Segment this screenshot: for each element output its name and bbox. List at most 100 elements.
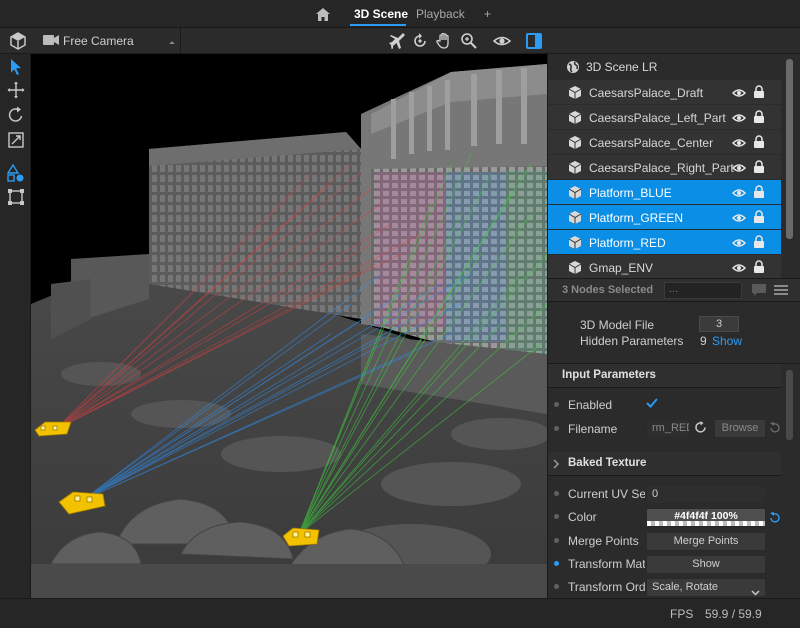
tree-node[interactable]: Platform_BLUE (548, 180, 781, 205)
visibility-eye-icon[interactable] (731, 237, 747, 251)
lock-icon[interactable] (753, 160, 765, 177)
fps-label: FPS (670, 607, 694, 621)
transform-matrix-show-button[interactable]: Show (646, 555, 766, 574)
zoom-icon[interactable] (460, 32, 478, 50)
bounding-box-icon[interactable] (7, 188, 25, 206)
tree-node-label: CaesarsPalace_Left_Part (589, 111, 726, 125)
tree-node-label: CaesarsPalace_Right_Part (589, 161, 734, 175)
visibility-eye-icon[interactable] (731, 162, 747, 176)
lock-icon[interactable] (753, 135, 765, 152)
lock-icon[interactable] (753, 110, 765, 127)
reset-icon[interactable] (769, 422, 781, 437)
chevron-down-icon[interactable] (169, 41, 175, 47)
tree-node[interactable]: Platform_RED (548, 230, 781, 255)
prop-uv-set: Current UV Set 0 (548, 483, 781, 506)
param-dot (554, 402, 559, 407)
visibility-eye-icon[interactable] (731, 212, 747, 226)
cube-icon (568, 110, 582, 128)
tree-node[interactable]: CaesarsPalace_Right_Part (548, 155, 781, 180)
top-tab-bar: 3D Scene Playback + (0, 0, 800, 28)
tab-playback[interactable]: Playback (416, 7, 465, 21)
left-toolbar (0, 54, 31, 598)
panel-toggle-icon[interactable] (526, 33, 542, 49)
param-dot (554, 426, 559, 431)
visibility-eye-icon[interactable] (731, 112, 747, 126)
camera-icon[interactable] (43, 34, 59, 49)
cube-icon (568, 85, 582, 103)
cube-icon (568, 135, 582, 153)
lock-icon[interactable] (753, 210, 765, 227)
select-arrow-icon[interactable] (7, 58, 25, 76)
enabled-checkbox[interactable] (646, 397, 658, 412)
cube-icon[interactable] (10, 32, 26, 53)
eye-icon[interactable] (492, 32, 512, 50)
camera-mode-select[interactable]: Free Camera (63, 34, 134, 48)
move-icon[interactable] (7, 81, 25, 99)
filename-field[interactable]: rm_RED (646, 419, 690, 438)
uv-set-field[interactable]: 0 (646, 485, 766, 504)
pan-hand-icon[interactable] (435, 32, 453, 50)
show-hidden-params-link[interactable]: Show (712, 334, 742, 348)
input-parameters-header[interactable]: Input Parameters (548, 364, 781, 388)
tree-node[interactable]: CaesarsPalace_Draft (548, 80, 781, 105)
plane-icon[interactable] (388, 32, 406, 50)
uv-set-label: Current UV Set (568, 487, 645, 501)
selection-bar: 3 Nodes Selected ... (548, 278, 800, 302)
enabled-label: Enabled (568, 398, 613, 412)
prop-filename: Filename rm_RED Browse (548, 418, 781, 441)
scene-tree-root[interactable]: 3D Scene LR (548, 54, 800, 80)
baked-texture-header[interactable]: Baked Texture (548, 452, 781, 476)
browse-button[interactable]: Browse (714, 419, 766, 438)
rotate-icon[interactable] (7, 106, 25, 124)
nodes-selected-label: 3 Nodes Selected (562, 284, 654, 296)
lock-icon[interactable] (753, 185, 765, 202)
scale-icon[interactable] (7, 131, 25, 149)
color-swatch[interactable]: #4f4f4f 100% (646, 508, 766, 527)
menu-icon[interactable] (774, 284, 788, 296)
reset-color-icon[interactable] (769, 512, 781, 527)
comment-icon[interactable] (751, 283, 767, 297)
prop-transform-order: Transform Orde Scale, Rotate (548, 576, 781, 599)
properties-scrollbar-thumb[interactable] (786, 370, 793, 440)
lock-icon[interactable] (753, 235, 765, 252)
node-filter-input[interactable]: ... (664, 282, 742, 299)
cube-icon (568, 235, 582, 253)
add-tab-button[interactable]: + (484, 7, 491, 21)
tree-node[interactable]: Platform_GREEN (548, 205, 781, 230)
tree-node-label: Gmap_ENV (589, 261, 654, 275)
prop-color: Color #4f4f4f 100% (548, 506, 781, 529)
cube-icon (568, 260, 582, 278)
merge-points-button[interactable]: Merge Points (646, 532, 766, 551)
tree-node[interactable]: CaesarsPalace_Center (548, 130, 781, 155)
lock-icon[interactable] (753, 260, 765, 277)
chevron-right-icon[interactable] (552, 458, 560, 472)
section-title: Baked Texture (568, 457, 647, 469)
lock-icon[interactable] (753, 85, 765, 102)
tree-node[interactable]: CaesarsPalace_Left_Part (548, 105, 781, 130)
orbit-icon[interactable] (411, 32, 429, 50)
transform-order-select[interactable]: Scale, Rotate (646, 578, 766, 597)
hidden-params-count: 9 (700, 334, 707, 348)
tab-3d-scene[interactable]: 3D Scene (354, 7, 408, 21)
cube-icon (568, 160, 582, 178)
properties-scrollbar[interactable] (785, 366, 794, 596)
visibility-eye-icon[interactable] (731, 137, 747, 151)
right-panel: 3D Scene LR CaesarsPalace_Draft CaesarsPa… (547, 54, 800, 598)
tree-scrollbar-thumb[interactable] (786, 59, 793, 239)
tree-node-label: CaesarsPalace_Draft (589, 86, 704, 100)
toolbar-divider (180, 28, 181, 54)
tree-scrollbar[interactable] (785, 54, 794, 278)
scene-render[interactable] (31, 54, 547, 598)
tree-node-label: CaesarsPalace_Center (589, 136, 714, 150)
prop-merge-points: Merge Points Merge Points (548, 530, 781, 553)
home-icon[interactable] (314, 5, 332, 23)
shapes-icon[interactable] (6, 163, 25, 182)
refresh-icon[interactable] (694, 421, 707, 437)
visibility-eye-icon[interactable] (731, 262, 747, 276)
tree-node[interactable]: Gmap_ENV (548, 255, 781, 280)
3d-viewport[interactable] (31, 54, 547, 598)
visibility-eye-icon[interactable] (731, 187, 747, 201)
visibility-eye-icon[interactable] (731, 87, 747, 101)
tree-node-label: Platform_RED (589, 236, 666, 250)
status-bar: FPS 59.9 / 59.9 (0, 598, 800, 628)
